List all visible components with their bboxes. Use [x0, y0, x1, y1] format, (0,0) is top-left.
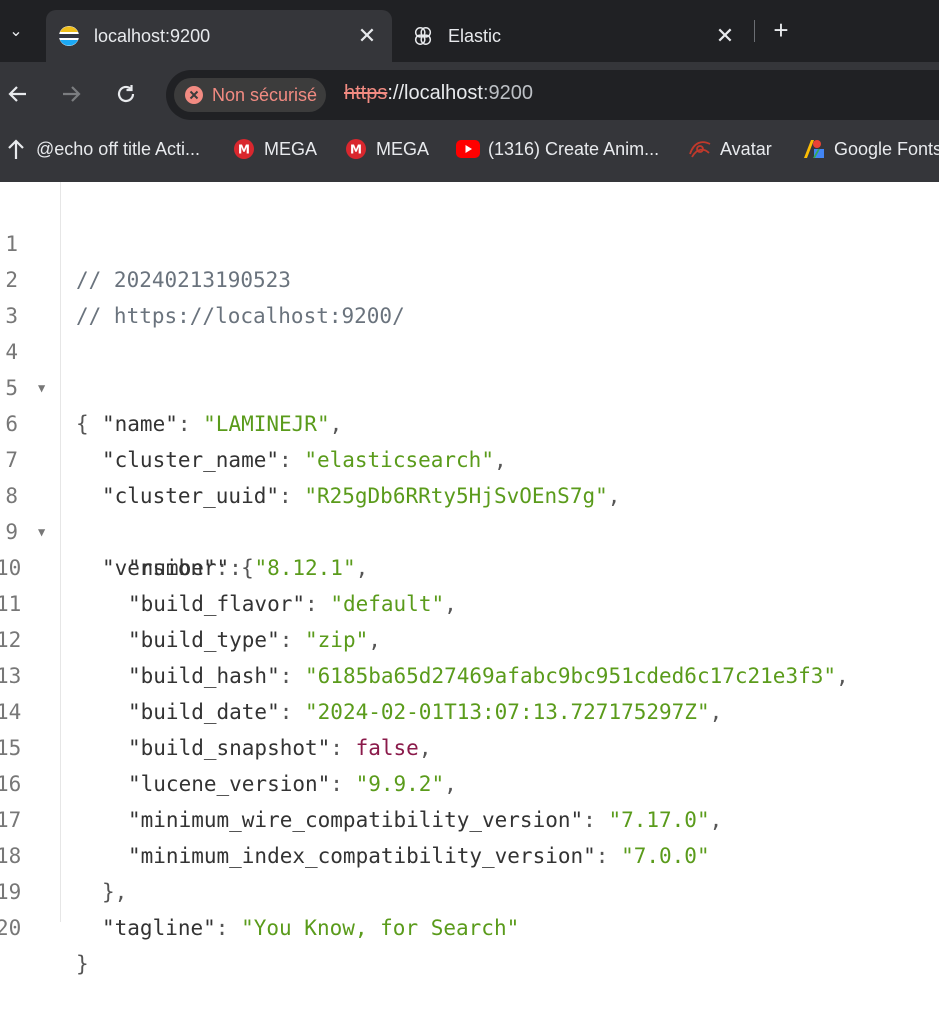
code-line: 3: [0, 262, 939, 328]
close-icon[interactable]: ✕: [710, 23, 740, 49]
bookmark-label: @echo off title Acti...: [36, 138, 201, 159]
close-brace: }: [76, 952, 89, 976]
url-separator: ://: [387, 82, 405, 104]
tab-title: Elastic: [448, 25, 502, 46]
json-viewer: 1 // 20240213190523 2 // https://localho…: [0, 182, 939, 976]
code-line: 12 "build_hash": "6185ba65d27469afabc9bc…: [0, 586, 939, 688]
security-label: Non sécurisé: [212, 84, 318, 105]
code-line: 17 "minimum_index_compatibility_version"…: [0, 766, 939, 868]
mega-icon: M: [344, 137, 368, 161]
warning-x-icon: [185, 86, 203, 104]
json-key: "tagline": [102, 916, 216, 940]
bookmark-label: Avatar: [720, 138, 772, 159]
chevron-down-icon: ⌄: [9, 23, 23, 40]
bookmark-echo-off[interactable]: @echo off title Acti...: [4, 134, 200, 164]
reload-button[interactable]: [110, 78, 142, 110]
bookmarks-bar: @echo off title Acti... M MEGA M MEGA (1…: [0, 126, 939, 174]
bookmark-youtube[interactable]: (1316) Create Anim...: [456, 134, 659, 164]
code-line: 9 "number": "8.12.1",: [0, 478, 939, 580]
code-line: 4 ▼ {: [0, 298, 939, 436]
tab-localhost[interactable]: localhost:9200 ✕: [46, 10, 392, 62]
avatar-icon: [688, 137, 712, 161]
plus-icon: +: [773, 14, 789, 45]
mega-icon: M: [232, 137, 256, 161]
code-line: 14 "build_snapshot": false,: [0, 658, 939, 760]
line-number: 20: [0, 916, 22, 940]
code-line: 7 "cluster_uuid": "R25gDb6RRty5HjSvOEnS7…: [0, 406, 939, 508]
url-port: :9200: [482, 82, 534, 104]
bookmark-avatar[interactable]: Avatar: [688, 134, 772, 164]
url-host: localhost: [404, 82, 483, 104]
code-line: 6 "cluster_name": "elasticsearch",: [0, 370, 939, 472]
bookmark-mega-1[interactable]: M MEGA: [232, 134, 317, 164]
tab-title: localhost:9200: [94, 25, 211, 46]
bookmark-mega-2[interactable]: M MEGA: [344, 134, 429, 164]
tab-elastic[interactable]: Elastic ✕: [400, 10, 750, 62]
code-line: 1 // 20240213190523: [0, 190, 939, 292]
code-line: 8 ▼ "version": {: [0, 442, 939, 580]
arrow-left-icon: [8, 86, 26, 102]
security-status-button[interactable]: Non sécurisé: [174, 78, 326, 112]
code-line: 13 "build_date": "2024-02-01T13:07:13.72…: [0, 622, 939, 724]
elasticsearch-logo-icon: [58, 25, 80, 47]
bookmark-label: MEGA: [264, 138, 318, 159]
bookmark-label: (1316) Create Anim...: [488, 138, 660, 159]
json-string-value: "You Know, for Search": [241, 916, 520, 940]
code-line: 19 "tagline": "You Know, for Search": [0, 838, 939, 940]
colon: :: [215, 916, 242, 940]
code-line: 18 },: [0, 802, 939, 904]
code-line: 16 "minimum_wire_compatibility_version":…: [0, 730, 939, 832]
svg-text:M: M: [350, 143, 362, 157]
tab-separator: [754, 20, 755, 42]
browser-chrome: ⌄ localhost:9200 ✕ Elastic ✕ + Non sécur…: [0, 0, 939, 182]
reload-icon: [117, 85, 135, 103]
bookmark-label: MEGA: [376, 138, 430, 159]
code-line: 15 "lucene_version": "9.9.2",: [0, 694, 939, 796]
youtube-icon: [456, 137, 480, 161]
google-fonts-icon: [802, 137, 826, 161]
code-line: 2 // https://localhost:9200/: [0, 226, 939, 328]
new-tab-button[interactable]: +: [766, 14, 796, 46]
tab-search-menu-button[interactable]: ⌄: [0, 16, 32, 46]
arrow-right-icon: [63, 86, 81, 102]
svg-text:M: M: [238, 143, 250, 157]
back-button[interactable]: [2, 78, 34, 110]
bookmark-label: Google Fonts: [834, 138, 939, 159]
code-line: 11 "build_type": "zip",: [0, 550, 939, 652]
close-icon[interactable]: ✕: [352, 23, 382, 49]
forward-button[interactable]: [55, 78, 87, 110]
elastic-cluster-icon: [412, 25, 434, 47]
code-line: 5 "name": "LAMINEJR",: [0, 334, 939, 436]
url-scheme: https: [344, 82, 388, 104]
url-text[interactable]: https://localhost:9200: [344, 82, 533, 105]
code-line: 10 "build_flavor": "default",: [0, 514, 939, 616]
up-arrow-icon: [4, 137, 28, 161]
code-line: 20 }: [0, 874, 939, 976]
bookmark-google-fonts[interactable]: Google Fonts: [802, 134, 939, 164]
tab-strip: ⌄ localhost:9200 ✕ Elastic ✕ +: [0, 0, 939, 62]
